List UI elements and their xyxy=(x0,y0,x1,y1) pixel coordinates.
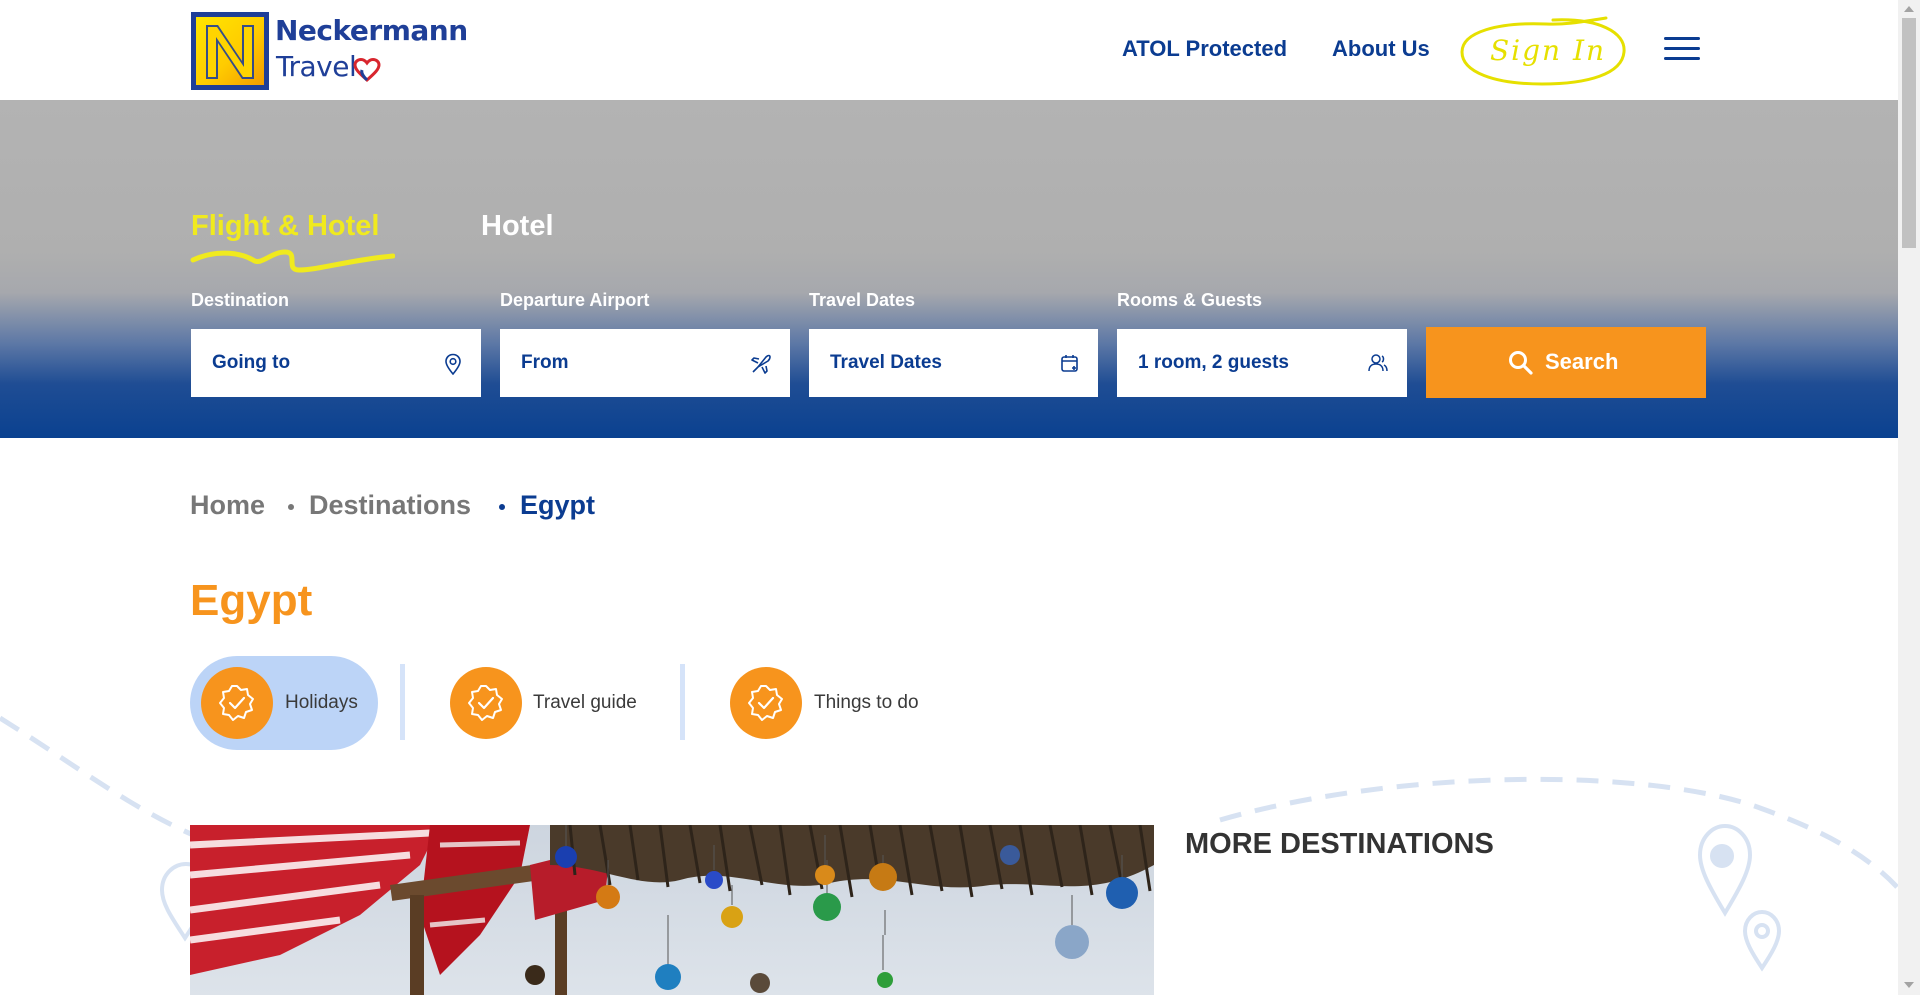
dates-value: Travel Dates xyxy=(830,352,942,373)
breadcrumb-home[interactable]: Home xyxy=(190,490,265,521)
tab-flight-hotel[interactable]: Flight & Hotel xyxy=(191,210,379,243)
subtab-holidays-label: Holidays xyxy=(285,692,358,713)
page-scrollbar[interactable] xyxy=(1898,0,1920,995)
badge-check-icon xyxy=(730,667,802,739)
search-button[interactable]: Search xyxy=(1426,327,1706,398)
breadcrumb-destinations[interactable]: Destinations xyxy=(309,490,471,521)
subtab-holidays[interactable]: Holidays xyxy=(190,656,378,750)
map-pin-decor-right xyxy=(1697,823,1782,972)
scroll-down-arrow-icon[interactable] xyxy=(1904,982,1914,988)
breadcrumb-current: Egypt xyxy=(520,490,596,520)
plane-icon xyxy=(751,354,771,374)
page-title: Egypt xyxy=(190,576,313,625)
breadcrumb-separator xyxy=(499,504,505,510)
nav-atol-protected[interactable]: ATOL Protected xyxy=(1122,36,1287,62)
hamburger-icon[interactable] xyxy=(1664,37,1700,61)
destination-label: Destination xyxy=(191,290,290,310)
destination-value: Going to xyxy=(212,352,291,373)
subtab-divider xyxy=(680,664,685,740)
tab-hotel[interactable]: Hotel xyxy=(481,210,554,243)
search-button-label: Search xyxy=(1545,349,1619,374)
sign-in-button[interactable]: Sign In xyxy=(1458,16,1628,88)
heart-icon xyxy=(353,58,381,82)
user-icon xyxy=(1368,354,1388,372)
subtab-travel-guide[interactable]: Travel guide xyxy=(438,656,658,750)
more-destinations-heading: MORE DESTINATIONS xyxy=(1185,828,1494,860)
guests-value: 1 room, 2 guests xyxy=(1138,352,1289,373)
travel-dates-input[interactable]: Travel Dates xyxy=(809,329,1098,397)
destination-input[interactable]: Going to xyxy=(191,329,481,397)
search-hero: Flight & Hotel Hotel Destination Departu… xyxy=(0,100,1898,438)
egypt-hero-photo xyxy=(190,825,1154,995)
neckermann-logo[interactable]: Neckermann Travel xyxy=(191,12,468,90)
logo-text-neckermann: Neckermann xyxy=(275,14,468,47)
scroll-up-arrow-icon[interactable] xyxy=(1904,6,1914,12)
site-header: Neckermann Travel ATOL Protected About U… xyxy=(0,0,1898,100)
dates-label: Travel Dates xyxy=(809,290,916,310)
subtab-divider xyxy=(400,664,405,740)
subtab-things-to-do-label: Things to do xyxy=(814,692,919,713)
subtab-things-to-do[interactable]: Things to do xyxy=(718,656,948,750)
search-icon xyxy=(1509,351,1533,375)
departure-label: Departure Airport xyxy=(500,290,650,310)
breadcrumb-separator xyxy=(288,504,294,510)
map-pin-icon xyxy=(445,353,461,375)
badge-check-icon xyxy=(450,667,522,739)
rooms-guests-input[interactable]: 1 room, 2 guests xyxy=(1117,329,1407,397)
badge-check-icon xyxy=(201,667,273,739)
nav-about-us[interactable]: About Us xyxy=(1332,36,1430,62)
calendar-icon xyxy=(1061,355,1078,372)
active-tab-squiggle xyxy=(190,249,395,273)
departure-value: From xyxy=(521,352,569,373)
guests-label: Rooms & Guests xyxy=(1117,290,1263,310)
scrollbar-thumb[interactable] xyxy=(1902,18,1916,248)
logo-text-travel: Travel xyxy=(276,50,357,83)
subtab-travel-guide-label: Travel guide xyxy=(533,692,637,713)
logo-badge xyxy=(191,12,269,90)
sign-in-label: Sign In xyxy=(1489,34,1607,67)
departure-input[interactable]: From xyxy=(500,329,790,397)
